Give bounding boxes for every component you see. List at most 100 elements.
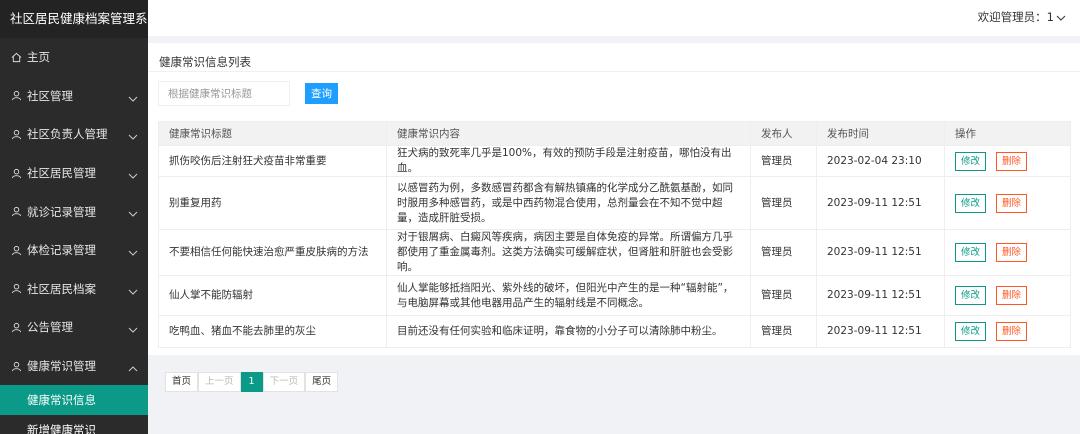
cell-time: 2023-02-04 23:10: [816, 145, 945, 177]
prev-page-button[interactable]: 上一页: [198, 372, 241, 392]
sidebar-item-label: 社区居民管理: [27, 166, 96, 181]
cell-actions: 修改 删除: [944, 145, 1071, 177]
next-page-button[interactable]: 下一页: [262, 372, 306, 392]
sidebar-item-label: 社区居民档案: [27, 281, 96, 296]
user-menu[interactable]: 欢迎管理员：1: [978, 9, 1066, 25]
cell-time: 2023-09-11 12:51: [816, 229, 945, 276]
chevron-down-icon: [128, 245, 138, 259]
user-icon: [9, 90, 23, 101]
table-row: 仙人掌不能防辐射 仙人掌能够抵挡阳光、紫外线的破坏，但阳光中产生的是一种“辐射能…: [158, 275, 1071, 316]
sidebar: 社区居民健康档案管理系 主页 社区管理 社区负责人管理 社区居民管理 就诊记录管…: [0, 0, 148, 434]
query-button[interactable]: 查询: [305, 83, 338, 104]
user-icon: [9, 206, 23, 217]
column-header: 操作: [944, 121, 1071, 146]
table-row: 抓伤咬伤后注射狂犬疫苗非常重要 狂犬病的致死率几乎是100%，有效的预防手段是注…: [158, 145, 1071, 177]
first-page-button[interactable]: 首页: [165, 372, 199, 392]
sidebar-item-community[interactable]: 社区管理: [0, 77, 148, 116]
cell-title: 别重复用药: [158, 176, 387, 230]
sidebar-item-home[interactable]: 主页: [0, 38, 148, 77]
sidebar-item-label: 社区管理: [27, 88, 73, 103]
cell-time: 2023-09-11 12:51: [816, 176, 945, 230]
divider: [148, 71, 1080, 72]
chevron-down-icon: [128, 206, 138, 220]
edit-button[interactable]: 修改: [955, 151, 987, 171]
cell-time: 2023-09-11 12:51: [816, 315, 945, 348]
user-icon: [9, 283, 23, 294]
cell-publisher: 管理员: [750, 275, 817, 316]
user-icon: [9, 322, 23, 333]
column-header: 发布时间: [816, 121, 945, 146]
knowledge-table: 健康常识标题 健康常识内容 发布人 发布时间 操作 抓伤咬伤后注射狂犬疫苗非常重…: [158, 121, 1071, 348]
sidebar-item-label: 主页: [27, 50, 50, 65]
cell-actions: 修改 删除: [944, 176, 1071, 230]
cell-publisher: 管理员: [750, 176, 817, 230]
app-title: 社区居民健康档案管理系: [0, 0, 148, 38]
chevron-down-icon: [128, 168, 138, 182]
chevron-down-icon: [128, 322, 138, 336]
cell-title: 抓伤咬伤后注射狂犬疫苗非常重要: [158, 145, 387, 177]
cell-title: 不要相信任何能快速治愈严重皮肤病的方法: [158, 229, 387, 276]
edit-button[interactable]: 修改: [955, 193, 987, 213]
cell-time: 2023-09-11 12:51: [816, 275, 945, 316]
sidebar-item-label: 社区负责人管理: [27, 127, 108, 142]
cell-title: 吃鸭血、猪血不能去肺里的灰尘: [158, 315, 387, 348]
search-input[interactable]: [158, 81, 290, 106]
cell-content: 狂犬病的致死率几乎是100%，有效的预防手段是注射疫苗，哪怕没有出血。: [386, 145, 751, 177]
delete-button[interactable]: 删除: [996, 243, 1028, 262]
cell-publisher: 管理员: [750, 315, 817, 348]
sidebar-item-residents[interactable]: 社区居民管理: [0, 154, 148, 193]
sidebar-item-health-knowledge[interactable]: 健康常识管理: [0, 347, 148, 386]
edit-button[interactable]: 修改: [955, 286, 987, 305]
column-header: 健康常识内容: [386, 121, 751, 146]
cell-content: 目前还没有任何实验和临床证明，靠食物的小分子可以清除肺中粉尘。: [386, 315, 751, 348]
user-icon: [9, 168, 23, 179]
chevron-down-icon: [128, 129, 138, 143]
delete-button[interactable]: 删除: [996, 193, 1028, 213]
cell-actions: 修改 删除: [944, 315, 1071, 348]
table-header-row: 健康常识标题 健康常识内容 发布人 发布时间 操作: [158, 121, 1071, 146]
cell-content: 仙人掌能够抵挡阳光、紫外线的破坏，但阳光中产生的是一种“辐射能”，与电脑屏幕或其…: [386, 275, 751, 316]
home-icon: [9, 52, 23, 63]
sidebar-item-records[interactable]: 社区居民档案: [0, 270, 148, 309]
chevron-down-icon: [128, 91, 138, 105]
cell-publisher: 管理员: [750, 229, 817, 276]
delete-button[interactable]: 删除: [996, 286, 1028, 305]
edit-button[interactable]: 修改: [955, 243, 987, 262]
chevron-down-icon: [1054, 10, 1066, 24]
sidebar-subitem-add-knowledge[interactable]: 新增健康常识: [0, 415, 148, 434]
cell-actions: 修改 删除: [944, 275, 1071, 316]
welcome-text: 欢迎管理员：1: [977, 10, 1054, 24]
pagination: 首页 上一页 1 下一页 尾页: [165, 372, 339, 392]
sidebar-item-checkups[interactable]: 体检记录管理: [0, 231, 148, 270]
cell-content: 对于银屑病、白癜风等疾病，病因主要是自体免疫的异常。所谓偏方几乎都使用了重金属毒…: [386, 229, 751, 276]
delete-button[interactable]: 删除: [996, 151, 1028, 171]
delete-button[interactable]: 删除: [996, 322, 1028, 341]
sidebar-item-leaders[interactable]: 社区负责人管理: [0, 115, 148, 154]
column-header: 健康常识标题: [158, 121, 387, 146]
last-page-button[interactable]: 尾页: [305, 372, 339, 392]
edit-button[interactable]: 修改: [955, 322, 987, 341]
chevron-down-icon: [128, 284, 138, 298]
panel-title: 健康常识信息列表: [159, 55, 251, 69]
column-header: 发布人: [750, 121, 817, 146]
list-panel: 健康常识信息列表 查询 健康常识标题 健康常识内容 发布人 发布时间 操作 抓伤…: [148, 43, 1080, 355]
user-icon: [9, 129, 23, 140]
cell-content: 以感冒药为例，多数感冒药都含有解热镇痛的化学成分乙酰氨基酚，如同时服用多种感冒药…: [386, 176, 751, 230]
user-icon: [9, 245, 23, 256]
table-row: 不要相信任何能快速治愈严重皮肤病的方法 对于银屑病、白癜风等疾病，病因主要是自体…: [158, 229, 1071, 276]
sidebar-item-label: 体检记录管理: [27, 243, 96, 258]
current-page[interactable]: 1: [240, 372, 263, 392]
sidebar-item-notices[interactable]: 公告管理: [0, 308, 148, 347]
sidebar-item-label: 公告管理: [27, 320, 73, 335]
cell-publisher: 管理员: [750, 145, 817, 177]
chevron-up-icon: [128, 361, 138, 375]
cell-title: 仙人掌不能防辐射: [158, 275, 387, 316]
table-row: 别重复用药 以感冒药为例，多数感冒药都含有解热镇痛的化学成分乙酰氨基酚，如同时服…: [158, 176, 1071, 230]
main-content: 健康常识信息列表 查询 健康常识标题 健康常识内容 发布人 发布时间 操作 抓伤…: [148, 43, 1080, 434]
sidebar-item-visits[interactable]: 就诊记录管理: [0, 192, 148, 231]
sidebar-item-label: 就诊记录管理: [27, 204, 96, 219]
sidebar-item-label: 健康常识管理: [27, 359, 96, 374]
table-row: 吃鸭血、猪血不能去肺里的灰尘 目前还没有任何实验和临床证明，靠食物的小分子可以清…: [158, 315, 1071, 348]
sidebar-subitem-knowledge-list[interactable]: 健康常识信息: [0, 385, 148, 416]
top-bar: 欢迎管理员：1: [148, 0, 1080, 36]
